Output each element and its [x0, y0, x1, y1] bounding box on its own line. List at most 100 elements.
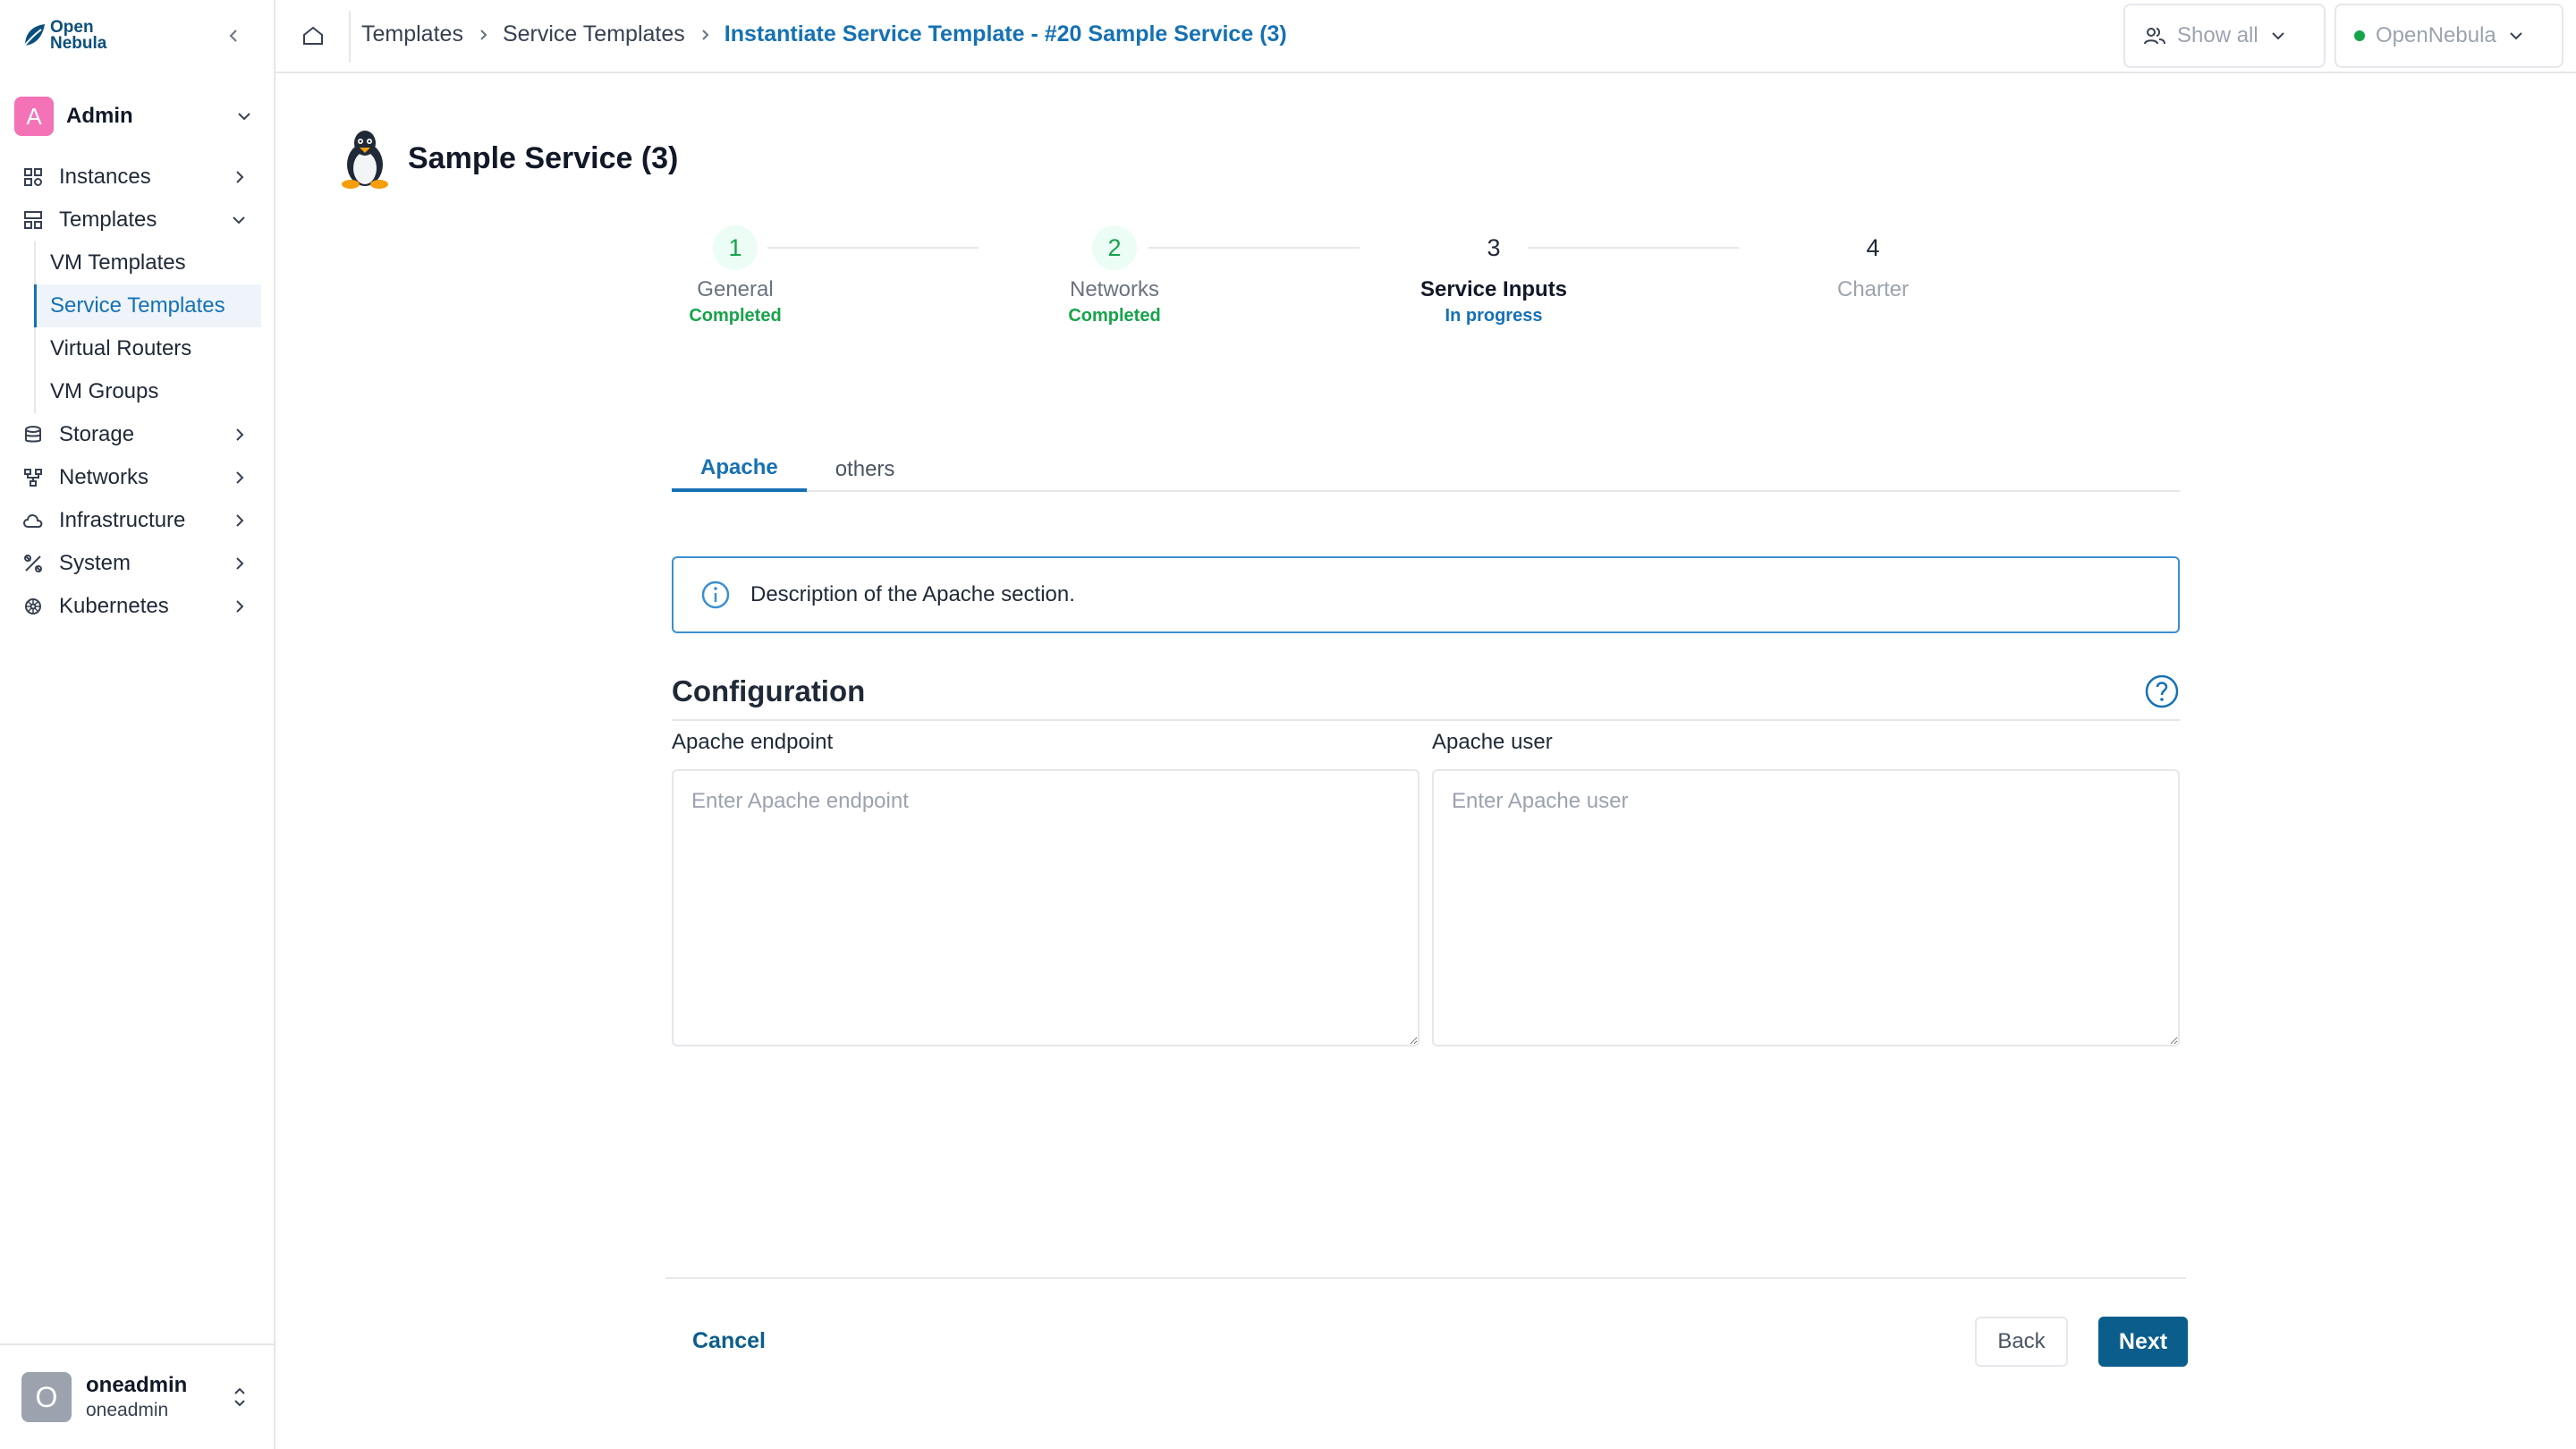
main-content: Sample Service (3) 1 General Completed 2… — [275, 73, 2576, 1449]
help-icon[interactable] — [2144, 674, 2180, 709]
chevron-right-icon — [236, 514, 244, 527]
group-name: Admin — [66, 104, 133, 128]
breadcrumb: Templates Service Templates Instantiate … — [361, 21, 1287, 47]
home-button[interactable] — [297, 20, 329, 52]
grid-icon — [21, 165, 45, 189]
templates-icon — [21, 208, 45, 232]
step-number: 2 — [1092, 225, 1137, 270]
linux-penguin-icon — [342, 131, 388, 189]
opennebula-logo[interactable]: Open Nebula — [21, 19, 107, 53]
chevron-right-icon — [236, 600, 244, 613]
step-service-inputs[interactable]: 3 Service Inputs In progress — [1404, 225, 1583, 326]
info-icon — [701, 580, 730, 609]
sidebar-item-storage[interactable]: Storage — [0, 413, 274, 456]
templates-submenu: VM Templates Service Templates Virtual R… — [34, 242, 274, 413]
step-number: 3 — [1487, 233, 1501, 261]
user-avatar: O — [21, 1372, 72, 1422]
step-title: Charter — [1836, 277, 1910, 301]
sidebar-item-label: Infrastructure — [59, 508, 186, 532]
user-name: oneadmin — [86, 1373, 188, 1397]
step-number: 4 — [1866, 233, 1880, 261]
apache-user-input[interactable] — [1432, 769, 2180, 1046]
next-button[interactable]: Next — [2098, 1317, 2188, 1367]
sidebar: Open Nebula A Admin Instances Templates — [0, 0, 275, 1449]
chevron-down-icon — [233, 216, 245, 225]
field-label: Apache user — [1432, 730, 1553, 754]
sidebar-item-virtual-routers[interactable]: Virtual Routers — [36, 327, 261, 370]
cancel-button[interactable]: Cancel — [678, 1317, 780, 1365]
step-status: In progress — [1445, 306, 1543, 326]
user-group: oneadmin — [86, 1400, 169, 1420]
network-icon — [21, 466, 45, 489]
group-filter-label: Show all — [2177, 23, 2258, 47]
sidebar-item-label: System — [59, 551, 131, 575]
sidebar-item-label: Networks — [59, 465, 149, 489]
collapse-sidebar-button[interactable] — [220, 21, 249, 50]
sidebar-item-label: Kubernetes — [59, 594, 169, 618]
sidebar-item-networks[interactable]: Networks — [0, 456, 274, 499]
back-button[interactable]: Back — [1975, 1317, 2068, 1367]
sidebar-item-service-templates[interactable]: Service Templates — [34, 284, 261, 327]
tab-others[interactable]: others — [807, 447, 924, 492]
chevron-right-icon — [236, 471, 244, 484]
step-title: General — [697, 277, 774, 301]
sidebar-item-label: Instances — [59, 165, 151, 189]
user-info: oneadmin oneadmin — [86, 1373, 231, 1421]
step-charter[interactable]: 4 Charter — [1784, 225, 1962, 306]
step-title: Networks — [1069, 277, 1160, 301]
configuration-section-header: Configuration — [672, 664, 2180, 721]
tab-apache[interactable]: Apache — [672, 447, 807, 492]
chevron-right-icon — [236, 557, 244, 570]
opennebula-leaf-icon — [22, 24, 45, 48]
step-title: Service Inputs — [1419, 277, 1568, 301]
breadcrumb-templates[interactable]: Templates — [361, 21, 463, 47]
breadcrumb-service-templates[interactable]: Service Templates — [503, 21, 685, 47]
divider — [665, 1277, 2186, 1279]
section-title: Configuration — [672, 674, 866, 708]
chevron-right-icon — [476, 28, 490, 42]
wizard-stepper: 1 General Completed 2 Networks Completed… — [651, 225, 1909, 333]
logo-text: Open Nebula — [50, 19, 107, 53]
step-general[interactable]: 1 General Completed — [646, 225, 825, 326]
home-icon — [303, 26, 323, 45]
section-description-alert: Description of the Apache section. — [672, 556, 2180, 633]
chevron-down-icon — [238, 113, 250, 121]
page-header: Sample Service (3) — [338, 127, 678, 190]
chevron-down-icon — [2510, 32, 2522, 40]
user-menu[interactable]: O oneadmin oneadmin — [0, 1343, 274, 1449]
sidebar-item-vm-groups[interactable]: VM Groups — [36, 370, 261, 413]
group-filter-button[interactable]: Show all — [2123, 4, 2326, 68]
sidebar-item-system[interactable]: System — [0, 542, 274, 585]
sidebar-item-label: Storage — [59, 422, 135, 446]
logo-text-line2: Nebula — [50, 34, 107, 53]
section-tabs: Apache others — [672, 447, 2180, 492]
step-status: Completed — [1068, 306, 1161, 326]
zone-status-dot — [2354, 30, 2365, 41]
sidebar-item-label: Templates — [59, 208, 157, 232]
breadcrumb-current: Instantiate Service Template - #20 Sampl… — [724, 21, 1287, 47]
chevron-left-icon — [229, 30, 237, 42]
step-status: Completed — [689, 306, 782, 326]
sidebar-nav: Instances Templates VM Templates Service… — [0, 156, 274, 628]
apache-user-field: Apache user — [1432, 730, 2180, 1051]
sidebar-item-templates[interactable]: Templates — [0, 199, 274, 242]
sidebar-item-kubernetes[interactable]: Kubernetes — [0, 585, 274, 628]
zone-label: OpenNebula — [2376, 23, 2496, 47]
apache-endpoint-field: Apache endpoint — [672, 730, 1419, 1051]
sidebar-item-vm-templates[interactable]: VM Templates — [36, 242, 261, 284]
users-icon — [2144, 28, 2165, 45]
step-networks[interactable]: 2 Networks Completed — [1025, 225, 1204, 326]
tools-icon — [21, 552, 45, 575]
chevron-right-icon — [236, 171, 244, 183]
group-selector[interactable]: A Admin — [14, 97, 261, 136]
zone-selector-button[interactable]: OpenNebula — [2334, 4, 2563, 68]
topbar: Templates Service Templates Instantiate … — [275, 0, 2576, 73]
step-number: 1 — [713, 225, 758, 270]
sidebar-item-infrastructure[interactable]: Infrastructure — [0, 499, 274, 542]
divider — [349, 11, 351, 63]
page-title: Sample Service (3) — [408, 140, 679, 175]
apache-endpoint-input[interactable] — [672, 769, 1419, 1046]
chevron-right-icon — [236, 428, 244, 441]
group-avatar: A — [14, 97, 54, 136]
sidebar-item-instances[interactable]: Instances — [0, 156, 274, 199]
